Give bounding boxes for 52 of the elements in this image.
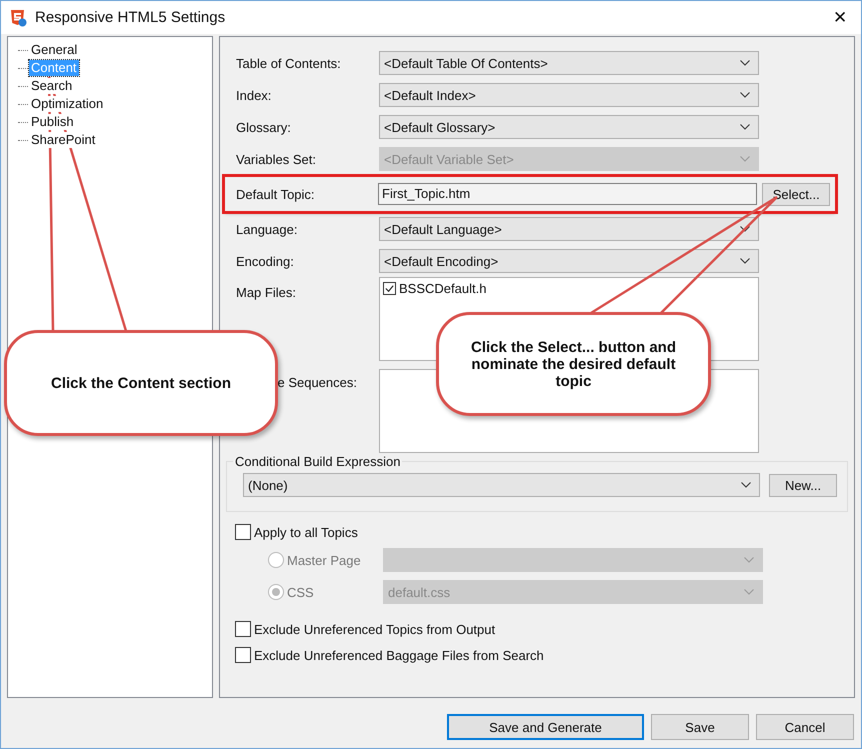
radio-button[interactable] [268, 552, 284, 568]
chevron-icon [740, 226, 750, 232]
dropdown[interactable]: <Default Glossary> [379, 115, 759, 139]
field-label: Table of Contents: [235, 56, 342, 70]
checkbox[interactable] [235, 621, 251, 637]
callout-text: Click the Select... button and nominate the desired default topic [470, 338, 678, 390]
radio-label: Master Page [287, 552, 362, 568]
chevron-icon [740, 258, 750, 264]
input-field[interactable]: First_Topic.htm [378, 183, 758, 205]
dropdown[interactable]: <Default Index> [379, 83, 759, 107]
field-label: Language: [235, 222, 298, 236]
app-icon [9, 8, 27, 26]
tree-item[interactable]: Publish [29, 114, 76, 130]
dialog-button[interactable]: Cancel [756, 714, 854, 740]
checkbox-label: Exclude Unreferenced Baggage Files from Search [254, 648, 544, 662]
new-button[interactable]: New... [769, 474, 837, 496]
checkbox[interactable] [235, 524, 251, 540]
dropdown[interactable]: <Default Table Of Contents> [379, 51, 759, 75]
tree-item[interactable]: Optimization [29, 96, 106, 112]
field-label: Default Topic: [235, 186, 316, 202]
radio-label: CSS [287, 584, 315, 600]
chevron-icon [740, 156, 750, 162]
chevron-icon [740, 124, 750, 130]
list-item[interactable]: BSSCDefault.h [399, 281, 486, 296]
chevron-icon [741, 482, 751, 488]
select-button[interactable]: Select... [762, 182, 830, 206]
checkbox[interactable] [235, 647, 251, 663]
group-title: Conditional Build Expression [233, 454, 402, 469]
dropdown[interactable]: <Default Encoding> [379, 249, 759, 273]
checkbox[interactable] [383, 282, 396, 295]
tree-item[interactable]: Search [29, 78, 74, 94]
field-label: Encoding: [235, 254, 295, 268]
field-label: e Sequences: [276, 374, 358, 390]
field-label: Glossary: [235, 120, 292, 134]
dropdown[interactable]: <Default Language> [379, 217, 759, 241]
chevron-icon [740, 60, 750, 66]
field-label: Variables Set: [235, 152, 317, 166]
window-title: Responsive HTML5 Settings [35, 9, 226, 26]
chevron-icon [740, 92, 750, 98]
radio-button[interactable] [268, 584, 284, 600]
field-label: Map Files: [235, 284, 297, 300]
dropdown[interactable]: (None) [243, 473, 760, 497]
callout-text: Click the Content section [50, 374, 232, 392]
chevron-icon [744, 557, 754, 563]
dialog-button[interactable]: Save and Generate [447, 714, 644, 740]
checkbox-label: Apply to all Topics [254, 524, 358, 540]
dialog-button[interactable]: Save [651, 714, 749, 740]
tree-item[interactable]: SharePoint [29, 132, 98, 148]
chevron-icon [744, 589, 754, 595]
close-icon[interactable]: ✕ [827, 7, 853, 28]
checkbox-label: Exclude Unreferenced Topics from Output [254, 622, 496, 636]
field-label: Index: [235, 88, 272, 102]
